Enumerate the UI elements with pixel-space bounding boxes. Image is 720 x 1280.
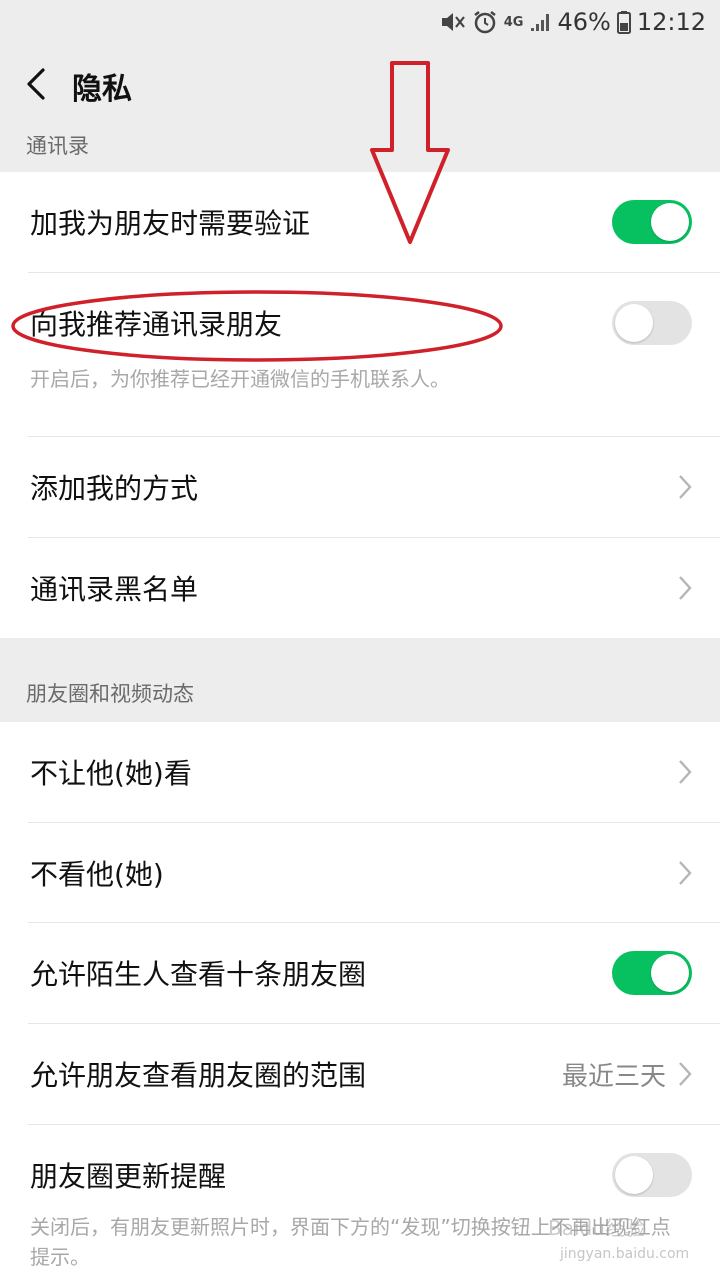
chevron-right-icon bbox=[678, 759, 692, 785]
battery-icon bbox=[616, 10, 631, 34]
row-label: 不看他(她) bbox=[30, 858, 164, 891]
row-moments-update-reminder: 朋友圈更新提醒 bbox=[0, 1125, 720, 1225]
alarm-icon bbox=[472, 9, 498, 35]
verify-friend-toggle[interactable] bbox=[612, 200, 692, 244]
row-label: 朋友圈更新提醒 bbox=[30, 1160, 227, 1193]
toggle-knob bbox=[651, 954, 689, 992]
back-button[interactable] bbox=[0, 44, 72, 128]
chevron-right-icon bbox=[678, 474, 692, 500]
watermark-url: jingyan.baidu.com bbox=[560, 1246, 690, 1262]
row-label: 允许陌生人查看十条朋友圈 bbox=[30, 958, 367, 991]
chevron-right-icon bbox=[678, 575, 692, 601]
chevron-right-icon bbox=[678, 860, 692, 886]
row-visible-range[interactable]: 允许朋友查看朋友圈的范围 最近三天 bbox=[0, 1024, 720, 1124]
row-hide-their-moments[interactable]: 不看他(她) bbox=[0, 823, 720, 923]
watermark-logo: Baidu经验 bbox=[548, 1216, 645, 1240]
row-label: 不让他(她)看 bbox=[30, 757, 192, 790]
network-type-icon: 4G bbox=[503, 14, 524, 30]
row-add-me-methods[interactable]: 添加我的方式 bbox=[0, 437, 720, 537]
signal-icon bbox=[529, 11, 551, 33]
toggle-knob bbox=[651, 203, 689, 241]
moments-card: 不让他(她)看 不看他(她) 允许陌生人查看十条朋友圈 允许朋友查看朋友圈的范围… bbox=[0, 722, 720, 1280]
toggle-knob bbox=[615, 1156, 653, 1194]
chevron-right-icon bbox=[678, 1061, 692, 1087]
section-label-contacts: 通讯录 bbox=[26, 134, 89, 158]
row-hide-from[interactable]: 不让他(她)看 bbox=[0, 722, 720, 822]
mute-icon bbox=[440, 10, 466, 34]
row-label: 加我为朋友时需要验证 bbox=[30, 207, 311, 240]
visible-range-value-group: 最近三天 bbox=[562, 1056, 692, 1093]
back-arrow-icon bbox=[25, 67, 47, 105]
recommend-contacts-description: 开启后，为你推荐已经开通微信的手机联系人。 bbox=[30, 367, 450, 391]
status-bar: 4G 46% 12:12 bbox=[0, 0, 720, 44]
row-label: 允许朋友查看朋友圈的范围 bbox=[30, 1059, 367, 1092]
visible-range-value: 最近三天 bbox=[561, 1061, 666, 1092]
row-verify-friend: 加我为朋友时需要验证 bbox=[0, 172, 720, 272]
row-strangers-view: 允许陌生人查看十条朋友圈 bbox=[0, 923, 720, 1023]
toggle-knob bbox=[615, 304, 653, 342]
page-title: 隐私 bbox=[72, 72, 132, 107]
moments-update-reminder-toggle[interactable] bbox=[612, 1153, 692, 1197]
row-label: 通讯录黑名单 bbox=[30, 573, 199, 606]
nav-bar: 隐私 bbox=[0, 44, 720, 128]
annotation-ellipse-icon bbox=[11, 290, 503, 362]
recommend-contacts-toggle[interactable] bbox=[612, 301, 692, 345]
strangers-view-toggle[interactable] bbox=[612, 951, 692, 995]
row-label: 添加我的方式 bbox=[30, 472, 199, 505]
annotation-arrow-icon bbox=[370, 61, 450, 244]
battery-percent: 46% bbox=[557, 8, 611, 36]
clock: 12:12 bbox=[636, 8, 706, 36]
contacts-card: 加我为朋友时需要验证 向我推荐通讯录朋友 开启后，为你推荐已经开通微信的手机联系… bbox=[0, 172, 720, 638]
row-contacts-blacklist[interactable]: 通讯录黑名单 bbox=[0, 538, 720, 638]
section-label-moments: 朋友圈和视频动态 bbox=[26, 682, 194, 706]
